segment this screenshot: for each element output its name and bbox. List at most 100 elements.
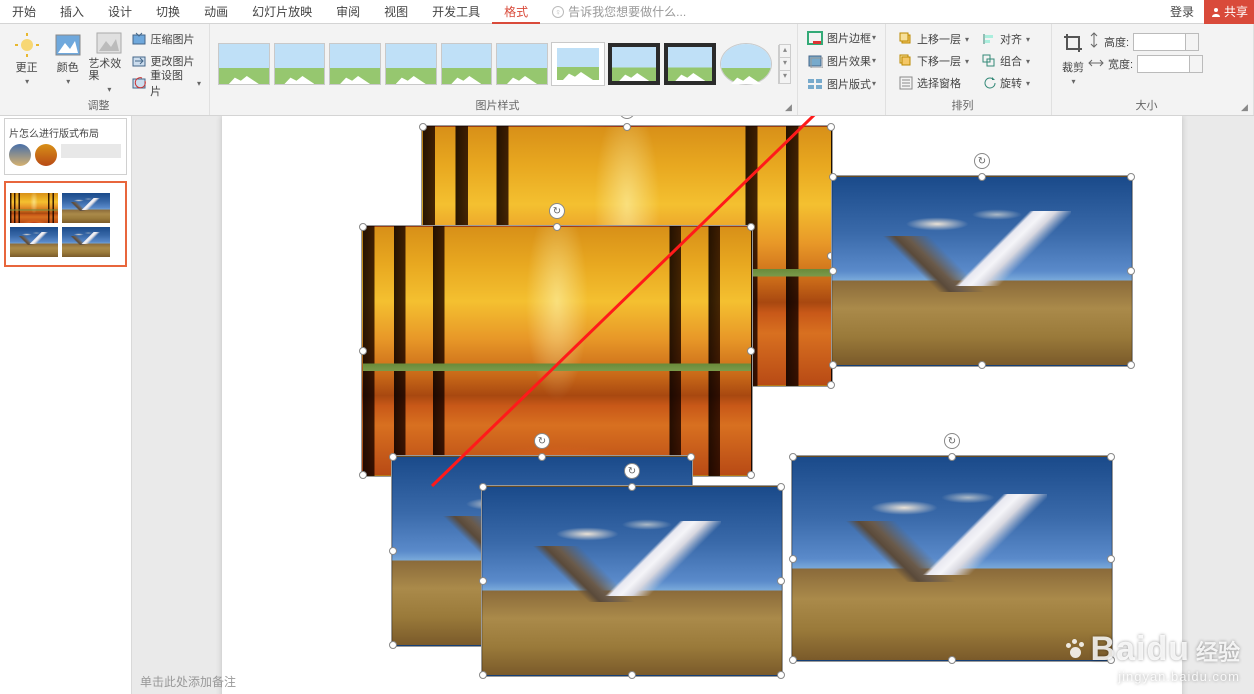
compress-pictures-button[interactable]: 压缩图片	[129, 28, 203, 50]
align-button[interactable]: 对齐▾	[979, 28, 1032, 50]
rotate-handle-icon[interactable]: ↻	[534, 433, 550, 449]
style-preset-7[interactable]	[552, 43, 604, 85]
bring-forward-button[interactable]: 上移一层▾	[896, 28, 971, 50]
style-preset-9[interactable]	[664, 43, 716, 85]
slide-editor[interactable]: ↻ ↻ ↻ ↻ ↻	[132, 116, 1254, 694]
ribbon-tabs: 开始 插入 设计 切换 动画 幻灯片放映 审阅 视图 开发工具 格式 ♀ 告诉我…	[0, 0, 1254, 24]
tab-devtools[interactable]: 开发工具	[420, 0, 492, 24]
rotate-handle-icon[interactable]: ↻	[619, 116, 635, 119]
tab-transition[interactable]: 切换	[144, 0, 192, 24]
picture-mountain-bl-front[interactable]: ↻	[482, 486, 782, 676]
backward-icon	[898, 53, 914, 69]
tab-view[interactable]: 视图	[372, 0, 420, 24]
selection-icon	[898, 75, 914, 91]
rotate-handle-icon[interactable]: ↻	[624, 463, 640, 479]
change-icon	[131, 53, 147, 69]
reset-icon	[131, 75, 147, 91]
picture-autumn-front[interactable]: ↻	[362, 226, 752, 476]
style-preset-1[interactable]	[218, 43, 270, 85]
crop-button[interactable]: 裁剪▾	[1058, 26, 1088, 96]
gallery-down-button[interactable]: ▾	[779, 57, 791, 71]
size-launcher[interactable]: ◢	[1241, 102, 1251, 112]
group-arrange-label: 排列	[886, 97, 1039, 113]
watermark-cn: 经验	[1196, 640, 1240, 665]
artistic-icon	[94, 30, 124, 56]
corrections-button[interactable]: 更正▾	[6, 26, 47, 96]
forward-icon	[898, 31, 914, 47]
styles-launcher[interactable]: ◢	[785, 102, 795, 112]
gallery-up-button[interactable]: ▴	[779, 44, 791, 58]
compress-icon	[131, 31, 147, 47]
group-styles-label: 图片样式	[210, 97, 785, 113]
watermark: Baidu经验 jingyan.baidu.com	[1064, 630, 1240, 684]
width-input[interactable]	[1137, 55, 1203, 73]
share-button[interactable]: 共享	[1204, 0, 1254, 24]
style-preset-10[interactable]	[720, 43, 772, 85]
align-icon	[981, 31, 997, 47]
picture-color-icon	[53, 30, 83, 60]
tab-review[interactable]: 审阅	[324, 0, 372, 24]
selection-pane-button[interactable]: 选择窗格	[896, 72, 971, 94]
picture-mountain-top[interactable]: ↻	[832, 176, 1132, 366]
bulb-icon: ♀	[552, 6, 564, 18]
tell-me-placeholder: 告诉我您想要做什么...	[568, 3, 686, 20]
width-icon	[1088, 57, 1104, 72]
reset-picture-button[interactable]: 重设图片▾	[129, 72, 203, 94]
tab-slideshow[interactable]: 幻灯片放映	[240, 0, 324, 24]
style-preset-2[interactable]	[274, 43, 326, 85]
style-preset-6[interactable]	[496, 43, 548, 85]
gallery-expand-button[interactable]: ▾	[779, 70, 791, 84]
tab-insert[interactable]: 插入	[48, 0, 96, 24]
artistic-effects-button[interactable]: 艺术效果▾	[88, 26, 129, 96]
slide-panel: 片怎么进行版式布局	[0, 116, 132, 694]
rotate-icon	[981, 75, 997, 91]
group-picture-props: 图片边框▾ 图片效果▾ 图片版式▾	[798, 24, 886, 115]
border-icon	[806, 30, 824, 46]
style-preset-8[interactable]	[608, 43, 660, 85]
rotate-handle-icon[interactable]: ↻	[549, 203, 565, 219]
picture-border-button[interactable]: 图片边框▾	[804, 26, 879, 49]
height-label: 高度:	[1104, 34, 1129, 50]
ribbon: 更正▾ 颜色▾ 艺术效果▾ 压缩图片 更改图片 重设图片▾ 调整	[0, 24, 1254, 116]
width-label: 宽度:	[1108, 56, 1133, 72]
slide-thumb-2[interactable]	[4, 181, 127, 267]
picture-effects-button[interactable]: 图片效果▾	[804, 49, 879, 72]
height-icon	[1088, 32, 1100, 51]
notes-placeholder[interactable]: 单击此处添加备注	[132, 669, 244, 694]
gallery-scroll: ▴ ▾ ▾	[778, 45, 791, 84]
rotate-handle-icon[interactable]: ↻	[944, 433, 960, 449]
sun-icon	[12, 30, 42, 60]
watermark-brand: Baidu	[1091, 630, 1190, 668]
paw-icon	[1064, 638, 1086, 660]
group-adjust: 更正▾ 颜色▾ 艺术效果▾ 压缩图片 更改图片 重设图片▾ 调整	[0, 24, 210, 115]
login-link[interactable]: 登录	[1160, 3, 1204, 20]
group-size-label: 大小	[1052, 97, 1241, 113]
crop-icon	[1062, 32, 1084, 57]
send-backward-button[interactable]: 下移一层▾	[896, 50, 971, 72]
style-preset-4[interactable]	[385, 43, 437, 85]
rotate-handle-icon[interactable]: ↻	[974, 153, 990, 169]
slide-1-title: 片怎么进行版式布局	[9, 125, 122, 140]
slide-thumb-1[interactable]: 片怎么进行版式布局	[4, 118, 127, 175]
picture-layout-button[interactable]: 图片版式▾	[804, 72, 879, 95]
layout-icon	[806, 76, 824, 92]
effects-icon	[806, 53, 824, 69]
watermark-url: jingyan.baidu.com	[1064, 669, 1240, 684]
style-preset-3[interactable]	[329, 43, 381, 85]
slide-canvas[interactable]: ↻ ↻ ↻ ↻ ↻	[222, 116, 1182, 694]
tab-animation[interactable]: 动画	[192, 0, 240, 24]
group-adjust-label: 调整	[0, 97, 197, 113]
color-button[interactable]: 颜色▾	[47, 26, 88, 96]
tab-design[interactable]: 设计	[96, 0, 144, 24]
rotate-button[interactable]: 旋转▾	[979, 72, 1032, 94]
tell-me-search[interactable]: ♀ 告诉我您想要做什么...	[540, 3, 1160, 20]
share-label: 共享	[1224, 3, 1248, 20]
workspace: 片怎么进行版式布局 ↻ ↻	[0, 116, 1254, 694]
tab-start[interactable]: 开始	[0, 0, 48, 24]
group-picture-styles: ▴ ▾ ▾ 图片样式 ◢	[210, 24, 798, 115]
group-icon	[981, 53, 997, 69]
tab-format[interactable]: 格式	[492, 0, 540, 24]
group-button[interactable]: 组合▾	[979, 50, 1032, 72]
style-preset-5[interactable]	[441, 43, 493, 85]
height-input[interactable]	[1133, 33, 1199, 51]
